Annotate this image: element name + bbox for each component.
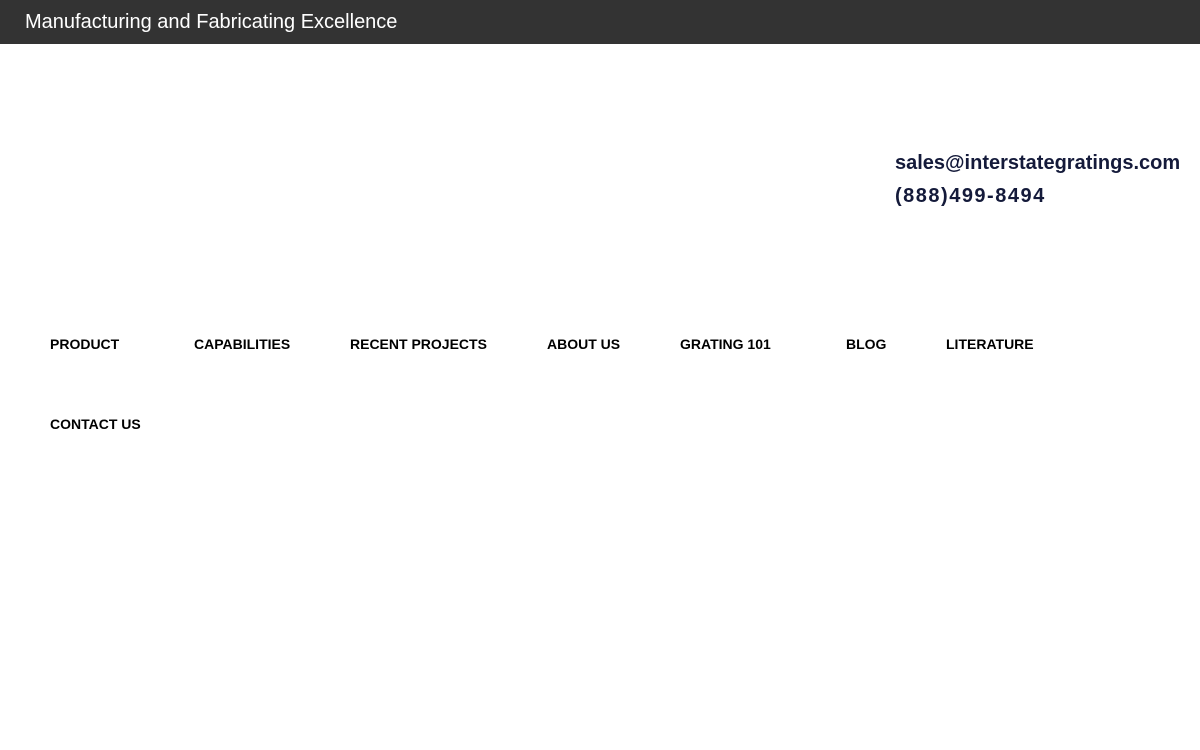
site-tagline: Manufacturing and Fabricating Excellence <box>25 11 398 33</box>
nav-item-grating-101[interactable]: GRATING 101 <box>680 335 771 353</box>
nav-item-about-us[interactable]: ABOUT US <box>547 335 620 353</box>
nav-item-literature[interactable]: LITERATURE <box>946 335 1034 353</box>
contact-email-link[interactable]: sales@interstategratings.com <box>895 150 1195 176</box>
nav-item-capabilities[interactable]: CAPABILITIES <box>194 335 290 353</box>
nav-item-contact-us[interactable]: CONTACT US <box>50 415 141 433</box>
contact-phone-link[interactable]: (888)499-8494 <box>895 183 1195 209</box>
nav-item-product[interactable]: PRODUCT <box>50 335 119 353</box>
header-contact: sales@interstategratings.com (888)499-84… <box>895 150 1195 209</box>
nav-item-blog[interactable]: BLOG <box>846 335 886 353</box>
nav-item-recent-projects[interactable]: RECENT PROJECTS <box>350 335 487 353</box>
top-bar: Manufacturing and Fabricating Excellence <box>0 0 1200 44</box>
